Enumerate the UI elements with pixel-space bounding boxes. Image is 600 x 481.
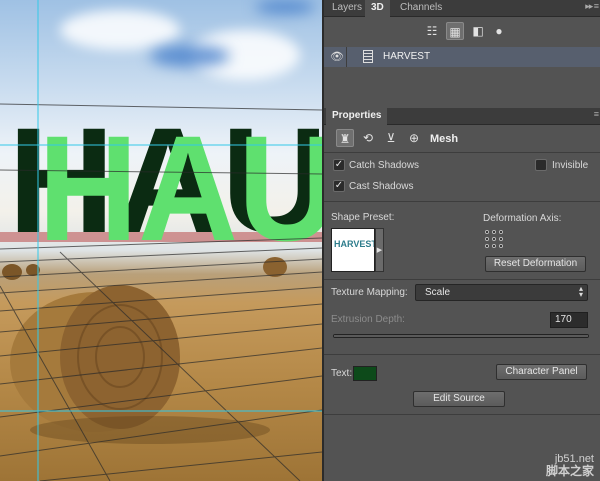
properties-tabbar: Properties ≡ xyxy=(324,108,600,125)
coordinates-mode-icon[interactable]: ⊕ xyxy=(405,129,423,147)
cast-shadows-label: Cast Shadows xyxy=(349,181,414,192)
deform-mode-icon[interactable]: ⟲ xyxy=(359,129,377,147)
hay-bale-small xyxy=(263,257,287,277)
texture-mapping-select[interactable]: Scale ▴ ▾ xyxy=(415,284,588,301)
filter-mesh-icon[interactable]: ▦ xyxy=(446,22,464,40)
cast-shadows-checkbox[interactable]: ✓ xyxy=(333,180,345,192)
right-panel-dock: Layers 3D Channels ▸▸ ≡ ☷ ▦ ◧ ● 👁 HARVES… xyxy=(322,0,600,481)
catch-shadows-label: Catch Shadows xyxy=(349,160,420,171)
divider xyxy=(324,414,600,415)
extrusion-depth-label: Extrusion Depth: xyxy=(331,314,405,325)
visibility-eye-icon[interactable]: 👁 xyxy=(330,50,344,63)
divider xyxy=(324,201,600,202)
divider xyxy=(324,279,600,280)
panel3d-empty-area xyxy=(324,67,600,105)
tab-layers[interactable]: Layers xyxy=(326,0,368,17)
filter-scene-icon[interactable]: ☷ xyxy=(423,22,441,40)
layer-divider xyxy=(346,47,347,67)
texture-mapping-value: Scale xyxy=(425,287,451,298)
shape-preset-dropdown-icon[interactable]: ▶ xyxy=(375,228,384,272)
catch-shadows-checkbox[interactable]: ✓ xyxy=(333,159,345,171)
filter-material-icon[interactable]: ◧ xyxy=(469,22,487,40)
panel3d-tabbar: Layers 3D Channels ▸▸ ≡ xyxy=(324,0,600,17)
document-canvas[interactable]: HAU HAU xyxy=(0,0,322,481)
deformation-axis-grid[interactable] xyxy=(485,230,505,250)
properties-menu-icon[interactable]: ≡ xyxy=(594,109,599,119)
letters-face: HAU xyxy=(38,104,322,272)
hay-bale-small xyxy=(2,264,22,280)
watermark-name: 脚本之家 xyxy=(545,464,594,478)
edit-source-button[interactable]: Edit Source xyxy=(413,391,505,407)
deformation-axis-label: Deformation Axis: xyxy=(483,213,562,224)
panel3d-filter-toolbar: ☷ ▦ ◧ ● xyxy=(324,22,600,44)
invisible-label: Invisible xyxy=(552,160,589,171)
reset-deformation-button[interactable]: Reset Deformation xyxy=(485,256,586,272)
text-color-swatch[interactable] xyxy=(353,366,377,381)
mesh-mode-icon[interactable]: ♜ xyxy=(336,129,354,147)
tab-properties[interactable]: Properties xyxy=(326,108,388,125)
mesh-layer-icon xyxy=(363,50,373,63)
text-label: Text: xyxy=(331,368,353,379)
preset-thumb-text: HARVEST xyxy=(334,239,375,249)
properties-mode-toolbar: ♜ ⟲ ⊻ ⊕ Mesh xyxy=(324,129,600,151)
tab-3d[interactable]: 3D xyxy=(365,0,390,17)
extrusion-depth-slider[interactable] xyxy=(333,334,589,338)
select-arrows-icon: ▴ ▾ xyxy=(578,284,583,299)
cap-mode-icon[interactable]: ⊻ xyxy=(382,129,400,147)
panel-menu-icon[interactable]: ▸▸ ≡ xyxy=(585,1,599,12)
texture-mapping-label: Texture Mapping: xyxy=(331,287,408,298)
layer-name: HARVEST xyxy=(383,51,431,62)
scene-artwork: HAU HAU xyxy=(0,0,322,481)
shape-preset-thumbnail[interactable]: HARVEST xyxy=(331,228,375,272)
divider xyxy=(324,152,600,153)
divider xyxy=(324,354,600,355)
slider-fill xyxy=(334,335,588,337)
tab-channels[interactable]: Channels xyxy=(394,0,448,17)
3d-layer-row[interactable]: 👁 HARVEST xyxy=(324,47,600,67)
character-panel-button[interactable]: Character Panel xyxy=(496,364,587,380)
3d-text-harvest: HAU HAU xyxy=(8,96,322,272)
invisible-checkbox[interactable] xyxy=(535,159,547,171)
shape-preset-label: Shape Preset: xyxy=(331,212,395,223)
mode-title: Mesh xyxy=(430,133,459,145)
extrusion-depth-input[interactable]: 170 xyxy=(550,312,588,328)
filter-light-icon[interactable]: ● xyxy=(490,22,508,40)
